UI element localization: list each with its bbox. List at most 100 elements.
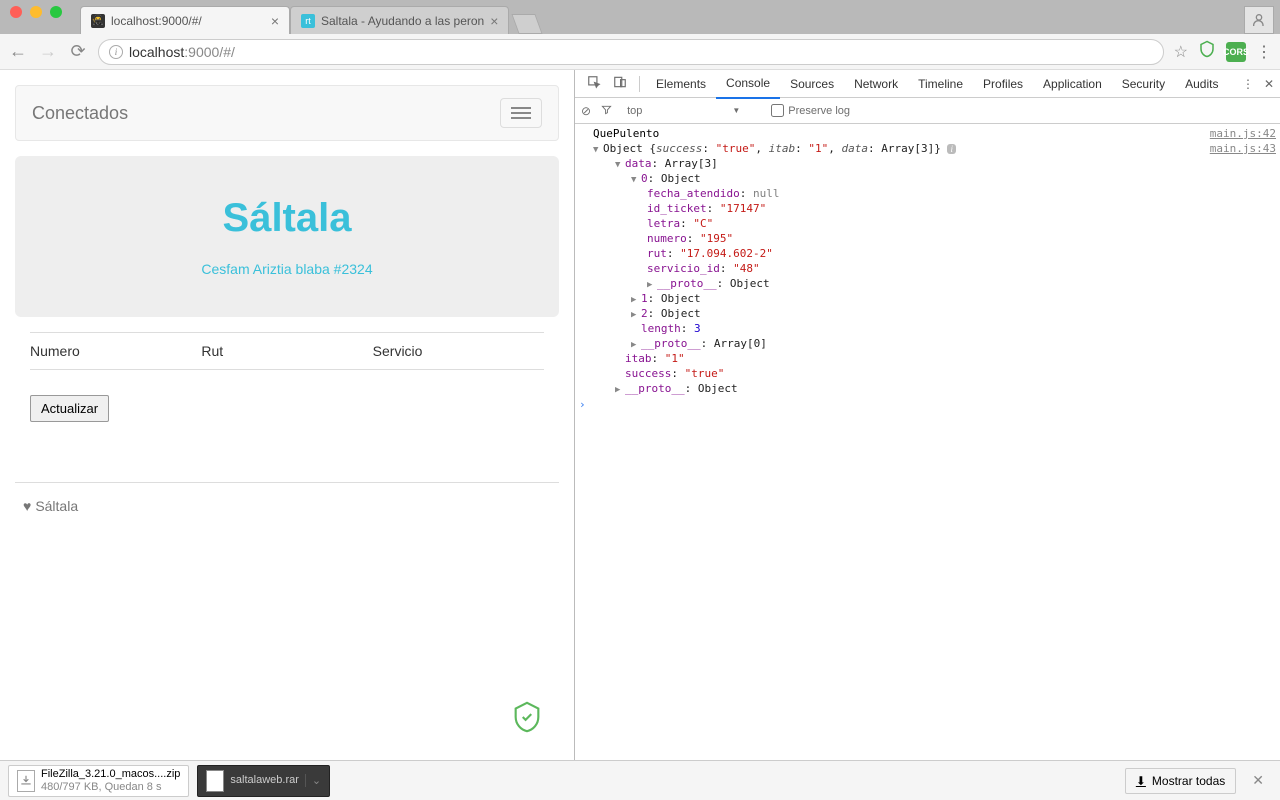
object-property: success: "true": [579, 367, 1276, 380]
preserve-log-checkbox[interactable]: Preserve log: [771, 104, 850, 117]
browser-menu-icon[interactable]: ⋮: [1256, 42, 1272, 62]
table-header: Numero: [30, 343, 201, 359]
download-filename: saltalaweb.rar: [230, 774, 298, 786]
inspect-element-icon[interactable]: [581, 75, 607, 92]
devtools-tab-elements[interactable]: Elements: [646, 70, 716, 98]
download-progress-text: 480/797 KB, Quedan 8 s: [41, 781, 180, 793]
file-icon: [17, 770, 35, 792]
console-source-link[interactable]: main.js:42: [1210, 127, 1276, 140]
object-property: id_ticket: "17147": [579, 202, 1276, 215]
object-property[interactable]: __proto__: Object: [579, 277, 1276, 290]
url-path: :9000/#/: [184, 44, 235, 60]
devtools-tab-timeline[interactable]: Timeline: [908, 70, 973, 98]
object-property: servicio_id: "48": [579, 262, 1276, 275]
object-property[interactable]: data: Array[3]: [579, 157, 1276, 170]
console-prompt[interactable]: ›: [575, 396, 1280, 413]
preserve-log-input[interactable]: [771, 104, 784, 117]
object-property: numero: "195": [579, 232, 1276, 245]
bookmark-star-icon[interactable]: ☆: [1174, 42, 1188, 62]
back-button[interactable]: ←: [8, 41, 28, 62]
tab-favicon-icon: rt: [301, 14, 315, 28]
expand-arrow-icon[interactable]: [631, 295, 641, 305]
object-property: itab: "1": [579, 352, 1276, 365]
download-item[interactable]: FileZilla_3.21.0_macos....zip 480/797 KB…: [8, 765, 189, 797]
table-header: Rut: [201, 343, 372, 359]
context-selector[interactable]: top▼: [622, 103, 761, 119]
object-property[interactable]: 2: Object: [579, 307, 1276, 320]
navbar-toggle-button[interactable]: [500, 98, 542, 128]
profile-button[interactable]: [1244, 6, 1274, 34]
devtools-close-icon[interactable]: ✕: [1264, 77, 1274, 91]
browser-tab-inactive[interactable]: rt Saltala - Ayudando a las peron ×: [290, 6, 509, 34]
clear-console-icon[interactable]: ⊘: [581, 104, 591, 118]
tab-close-icon[interactable]: ×: [490, 13, 498, 29]
devtools-tab-profiles[interactable]: Profiles: [973, 70, 1033, 98]
info-badge-icon[interactable]: i: [947, 144, 956, 154]
page-viewport: Conectados Sáltala Cesfam Ariztia blaba …: [0, 70, 575, 760]
expand-arrow-icon[interactable]: [593, 145, 603, 155]
url-host: localhost: [129, 44, 184, 60]
expand-arrow-icon[interactable]: [615, 160, 625, 170]
window-zoom-icon[interactable]: [50, 6, 62, 18]
browser-tab-active[interactable]: 🥷 localhost:9000/#/ ×: [80, 6, 290, 34]
devtools-tab-audits[interactable]: Audits: [1175, 70, 1228, 98]
expand-arrow-icon[interactable]: [631, 340, 641, 350]
expand-arrow-icon[interactable]: [647, 280, 657, 290]
table-header: Servicio: [373, 343, 544, 359]
jumbotron: Sáltala Cesfam Ariztia blaba #2324: [15, 156, 559, 317]
devtools-tab-console[interactable]: Console: [716, 69, 780, 99]
footer-text: Sáltala: [35, 498, 78, 514]
new-tab-button[interactable]: [512, 14, 543, 34]
file-icon: [206, 770, 224, 792]
expand-arrow-icon[interactable]: [631, 175, 641, 185]
console-filter-bar: ⊘ top▼ Preserve log: [575, 98, 1280, 124]
device-toolbar-icon[interactable]: [607, 75, 633, 92]
object-property[interactable]: 0: Object: [579, 172, 1276, 185]
data-table: Numero Rut Servicio: [30, 332, 544, 370]
download-item[interactable]: saltalaweb.rar ⌄: [197, 765, 330, 797]
devtools-tab-security[interactable]: Security: [1112, 70, 1175, 98]
console-object[interactable]: Object {success: "true", itab: "1", data…: [579, 142, 1210, 155]
devtools-tab-application[interactable]: Application: [1033, 70, 1112, 98]
object-property: letra: "C": [579, 217, 1276, 230]
object-property: rut: "17.094.602-2": [579, 247, 1276, 260]
expand-arrow-icon[interactable]: [631, 310, 641, 320]
devtools-tab-sources[interactable]: Sources: [780, 70, 844, 98]
page-navbar: Conectados: [15, 85, 559, 141]
object-property[interactable]: __proto__: Object: [579, 382, 1276, 395]
console-source-link[interactable]: main.js:43: [1210, 142, 1276, 155]
navbar-brand[interactable]: Conectados: [32, 103, 128, 124]
object-property[interactable]: 1: Object: [579, 292, 1276, 305]
address-bar[interactable]: i localhost:9000/#/: [98, 39, 1164, 65]
cors-extension-icon[interactable]: CORS: [1226, 42, 1246, 62]
jumbotron-title: Sáltala: [35, 196, 539, 241]
object-property: fecha_atendido: null: [579, 187, 1276, 200]
devtools-tab-network[interactable]: Network: [844, 70, 908, 98]
forward-button: →: [38, 41, 58, 62]
table-header-row: Numero Rut Servicio: [30, 332, 544, 370]
refresh-button[interactable]: Actualizar: [30, 395, 109, 422]
tab-close-icon[interactable]: ×: [271, 13, 279, 29]
expand-arrow-icon[interactable]: [615, 385, 625, 395]
window-minimize-icon[interactable]: [30, 6, 42, 18]
chevron-down-icon[interactable]: ⌄: [305, 774, 321, 787]
download-filename: FileZilla_3.21.0_macos....zip: [41, 768, 180, 780]
download-arrow-icon: ⬇: [1136, 774, 1146, 788]
console-output[interactable]: QuePulentomain.js:42 Object {success: "t…: [575, 124, 1280, 760]
devtools-toolbar: Elements Console Sources Network Timelin…: [575, 70, 1280, 98]
show-all-downloads-button[interactable]: ⬇ Mostrar todas: [1125, 768, 1236, 794]
adblock-shield-icon[interactable]: [1198, 40, 1216, 63]
reload-button[interactable]: ⟳: [68, 41, 88, 62]
filter-icon[interactable]: [601, 104, 612, 118]
object-property[interactable]: __proto__: Array[0]: [579, 337, 1276, 350]
close-downloads-bar-icon[interactable]: ✕: [1244, 772, 1272, 789]
page-footer: ♥ Sáltala: [15, 482, 559, 529]
site-info-icon[interactable]: i: [109, 45, 123, 59]
tab-title: localhost:9000/#/: [111, 14, 202, 28]
adguard-page-shield-icon[interactable]: [510, 700, 544, 742]
tab-title: Saltala - Ayudando a las peron: [321, 14, 484, 28]
jumbotron-subtitle: Cesfam Ariztia blaba #2324: [35, 261, 539, 277]
chevron-down-icon: ▼: [732, 106, 740, 115]
window-close-icon[interactable]: [10, 6, 22, 18]
devtools-menu-icon[interactable]: ⋮: [1242, 77, 1254, 91]
